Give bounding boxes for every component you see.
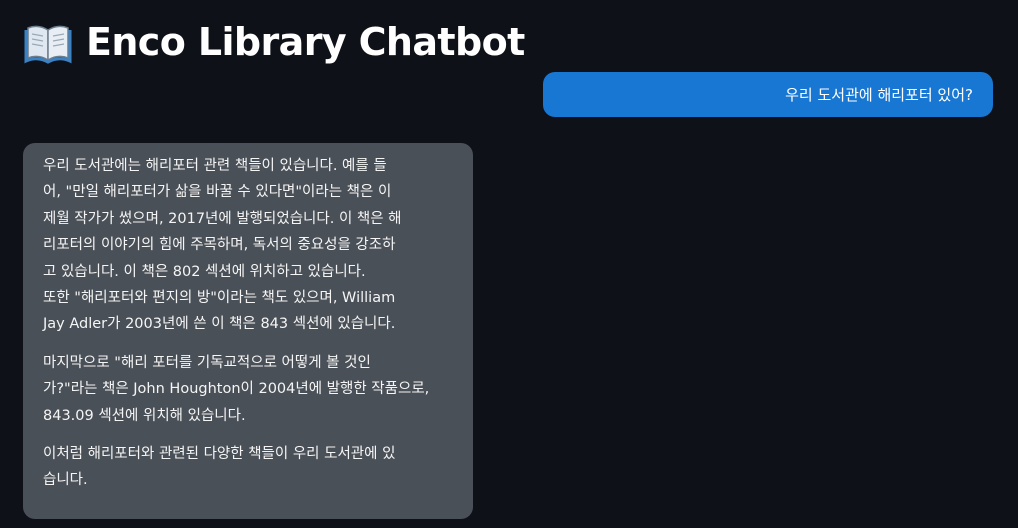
assistant-message-line: 고 있습니다. 이 책은 802 섹션에 위치하고 있습니다. [43,263,366,280]
assistant-message-line: 리포터의 이야기의 힘에 주목하며, 독서의 중요성을 강조하 [43,237,396,254]
assistant-message-line: 843.09 섹션에 위치해 있습니다. [43,407,246,424]
assistant-paragraph: 마지막으로 "해리 포터를 기독교적으로 어떻게 볼 것인 가?"라는 책은 J… [43,350,455,429]
assistant-paragraph: 우리 도서관에는 해리포터 관련 책들이 있습니다. 예를 들 어, "만일 해… [43,153,455,338]
assistant-message-line: 제월 작가가 썼으며, 2017년에 발행되었습니다. 이 책은 해 [43,210,402,227]
assistant-message-bubble: 우리 도서관에는 해리포터 관련 책들이 있습니다. 예를 들 어, "만일 해… [23,143,473,519]
app-header: Enco Library Chatbot [24,14,525,70]
assistant-message-line: 또한 "해리포터와 편지의 방"이라는 책도 있으며, William [43,290,396,307]
user-message-bubble: 우리 도서관에 해리포터 있어? [543,72,993,117]
assistant-message-line: Jay Adler가 2003년에 쓴 이 책은 843 섹션에 있습니다. [43,316,396,333]
page-title: Enco Library Chatbot [86,20,525,64]
assistant-message-line: 이처럼 해리포터와 관련된 다양한 책들이 우리 도서관에 있 [43,446,396,463]
assistant-paragraph: 이처럼 해리포터와 관련된 다양한 책들이 우리 도서관에 있 습니다. [43,441,455,494]
assistant-message-line: 가?"라는 책은 John Houghton이 2004년에 발행한 작품으로, [43,381,430,398]
assistant-message-line: 어, "만일 해리포터가 삶을 바꿀 수 있다면"이라는 책은 이 [43,184,392,201]
user-message-text: 우리 도서관에 해리포터 있어? [785,86,973,104]
assistant-message-line: 마지막으로 "해리 포터를 기독교적으로 어떻게 볼 것인 [43,354,371,371]
open-book-icon [24,20,72,64]
assistant-message-line: 습니다. [43,472,88,489]
assistant-message-line: 우리 도서관에는 해리포터 관련 책들이 있습니다. 예를 들 [43,158,387,174]
